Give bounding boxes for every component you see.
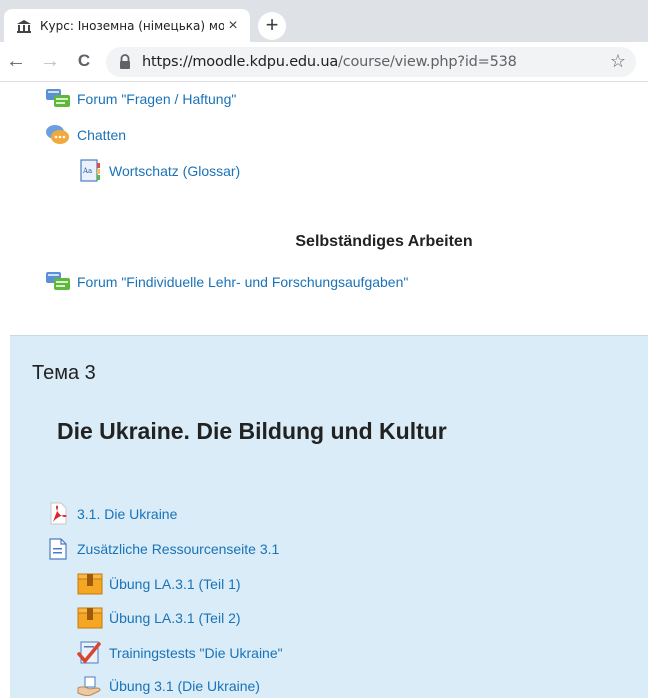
activity-assignment-uebung[interactable]: Übung 3.1 (Die Ukraine) xyxy=(77,675,260,697)
tab-title: Курс: Іноземна (німецька) мова xyxy=(40,18,224,33)
activity-glossary[interactable]: Aa Wortschatz (Glossar) xyxy=(77,159,240,182)
lock-icon xyxy=(120,54,130,69)
browser-tab[interactable]: Курс: Іноземна (німецька) мова × xyxy=(4,9,250,42)
activity-package-teil1[interactable]: Übung LA.3.1 (Teil 1) xyxy=(77,573,241,595)
activity-label[interactable]: Wortschatz (Glossar) xyxy=(109,163,240,179)
activity-label[interactable]: Trainingstests "Die Ukraine" xyxy=(109,645,283,661)
course-section-topic-3: Тема 3 Die Ukraine. Die Bildung und Kult… xyxy=(10,335,648,698)
activity-label[interactable]: Übung LA.3.1 (Teil 2) xyxy=(109,610,241,626)
activity-label[interactable]: Forum "Findividuelle Lehr- und Forschung… xyxy=(77,274,408,290)
url-path: /course/view.php?id=538 xyxy=(338,54,517,70)
package-icon xyxy=(77,607,103,629)
browser-toolbar: ← → C https://moodle.kdpu.edu.ua/course/… xyxy=(0,42,648,82)
forum-icon xyxy=(45,271,71,293)
forward-button[interactable]: → xyxy=(38,50,62,74)
activity-quiz-trainingstests[interactable]: Trainingstests "Die Ukraine" xyxy=(77,641,283,664)
url-host: https://moodle.kdpu.edu.ua xyxy=(142,54,339,70)
package-icon xyxy=(77,573,103,595)
pdf-icon xyxy=(45,502,71,525)
activity-label[interactable]: Übung LA.3.1 (Teil 1) xyxy=(109,576,241,592)
university-icon xyxy=(17,19,31,33)
activity-label[interactable]: Chatten xyxy=(77,127,126,143)
activity-label[interactable]: Zusätzliche Ressourcenseite 3.1 xyxy=(77,541,279,557)
activity-label[interactable]: 3.1. Die Ukraine xyxy=(77,506,177,522)
activity-chat[interactable]: Chatten xyxy=(45,124,126,146)
section-name: Тема 3 xyxy=(32,362,96,384)
activity-package-teil2[interactable]: Übung LA.3.1 (Teil 2) xyxy=(77,607,241,629)
bookmark-star-icon[interactable]: ☆ xyxy=(610,51,626,72)
subheading-selbstaendiges-arbeiten: Selbständiges Arbeiten xyxy=(295,233,473,250)
address-bar[interactable]: https://moodle.kdpu.edu.ua/course/view.p… xyxy=(106,47,636,77)
back-button[interactable]: ← xyxy=(4,50,28,74)
url-text: https://moodle.kdpu.edu.ua/course/view.p… xyxy=(142,54,517,70)
close-icon[interactable]: × xyxy=(224,17,242,35)
activity-forum-findividuelle[interactable]: Forum "Findividuelle Lehr- und Forschung… xyxy=(45,271,408,293)
glossary-icon: Aa xyxy=(77,159,103,182)
activity-label[interactable]: Forum "Fragen / Haftung" xyxy=(77,91,236,107)
activity-page-ressourcen[interactable]: Zusätzliche Ressourcenseite 3.1 xyxy=(45,538,279,560)
activity-label[interactable]: Übung 3.1 (Die Ukraine) xyxy=(109,678,260,694)
activity-forum-fragen[interactable]: Forum "Fragen / Haftung" xyxy=(45,88,236,110)
page-icon xyxy=(45,538,71,560)
new-tab-button[interactable]: + xyxy=(258,12,286,40)
browser-tab-bar: Курс: Іноземна (німецька) мова × + xyxy=(0,0,648,42)
svg-text:Aa: Aa xyxy=(82,167,92,175)
section-title: Die Ukraine. Die Bildung und Kultur xyxy=(57,418,447,444)
activity-pdf-die-ukraine[interactable]: 3.1. Die Ukraine xyxy=(45,502,177,525)
forum-icon xyxy=(45,88,71,110)
course-page: Forum "Fragen / Haftung" Chatten Aa Wort… xyxy=(0,82,648,698)
quiz-icon xyxy=(77,641,103,664)
reload-button[interactable]: C xyxy=(72,50,96,74)
chat-icon xyxy=(45,124,71,146)
assignment-icon xyxy=(77,675,103,697)
